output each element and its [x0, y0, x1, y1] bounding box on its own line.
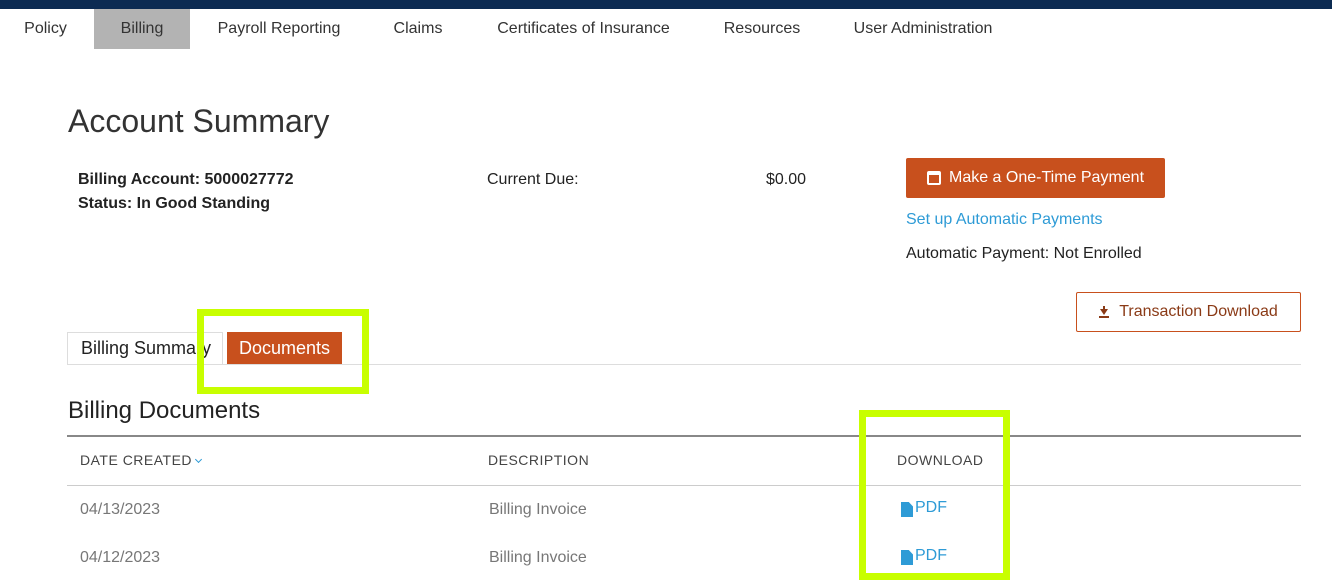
nav-item-user-administration[interactable]: User Administration [844, 9, 1002, 49]
page-title: Account Summary [68, 103, 330, 139]
top-brand-bar [0, 0, 1332, 9]
main-nav: Policy Billing Payroll Reporting Claims … [0, 9, 1332, 49]
column-header-description: DESCRIPTION [488, 452, 590, 468]
setup-automatic-payments-link[interactable]: Set up Automatic Payments [906, 211, 1103, 229]
one-time-payment-label: Make a One-Time Payment [948, 169, 1145, 186]
chevron-down-icon [195, 455, 203, 464]
table-top-border [67, 435, 1301, 437]
download-icon [1099, 306, 1110, 318]
automatic-payment-status: Automatic Payment: Not Enrolled [906, 245, 1142, 262]
highlight-box-download-column [859, 410, 1010, 580]
current-due-value: $0.00 [766, 171, 807, 188]
billing-documents-title: Billing Documents [68, 397, 261, 424]
column-header-date-label: DATE CREATED [80, 452, 193, 468]
transaction-download-label: Transaction Download [1119, 303, 1278, 320]
nav-item-policy[interactable]: Policy [0, 9, 91, 49]
nav-item-billing[interactable]: Billing [94, 9, 190, 49]
billing-account-number: Billing Account: 5000027772 [78, 171, 294, 188]
nav-item-resources[interactable]: Resources [712, 9, 812, 49]
current-due-label: Current Due: [487, 171, 579, 188]
highlight-box-documents-tab [197, 309, 369, 394]
column-header-date-created[interactable]: DATE CREATED [80, 452, 203, 468]
row-date: 04/12/2023 [80, 549, 161, 566]
transaction-download-button[interactable]: Transaction Download [1076, 292, 1301, 332]
table-row: 04/12/2023 Billing Invoice PDF [67, 534, 1301, 582]
account-status: Status: In Good Standing [78, 195, 270, 212]
row-date: 04/13/2023 [80, 501, 161, 518]
nav-item-certificates[interactable]: Certificates of Insurance [488, 9, 679, 49]
row-description: Billing Invoice [489, 549, 587, 566]
table-row: 04/13/2023 Billing Invoice PDF [67, 486, 1301, 534]
one-time-payment-button[interactable]: Make a One-Time Payment [906, 158, 1165, 198]
row-description: Billing Invoice [489, 501, 587, 518]
calendar-icon [926, 171, 941, 185]
nav-item-payroll-reporting[interactable]: Payroll Reporting [205, 9, 353, 49]
nav-item-claims[interactable]: Claims [380, 9, 456, 49]
